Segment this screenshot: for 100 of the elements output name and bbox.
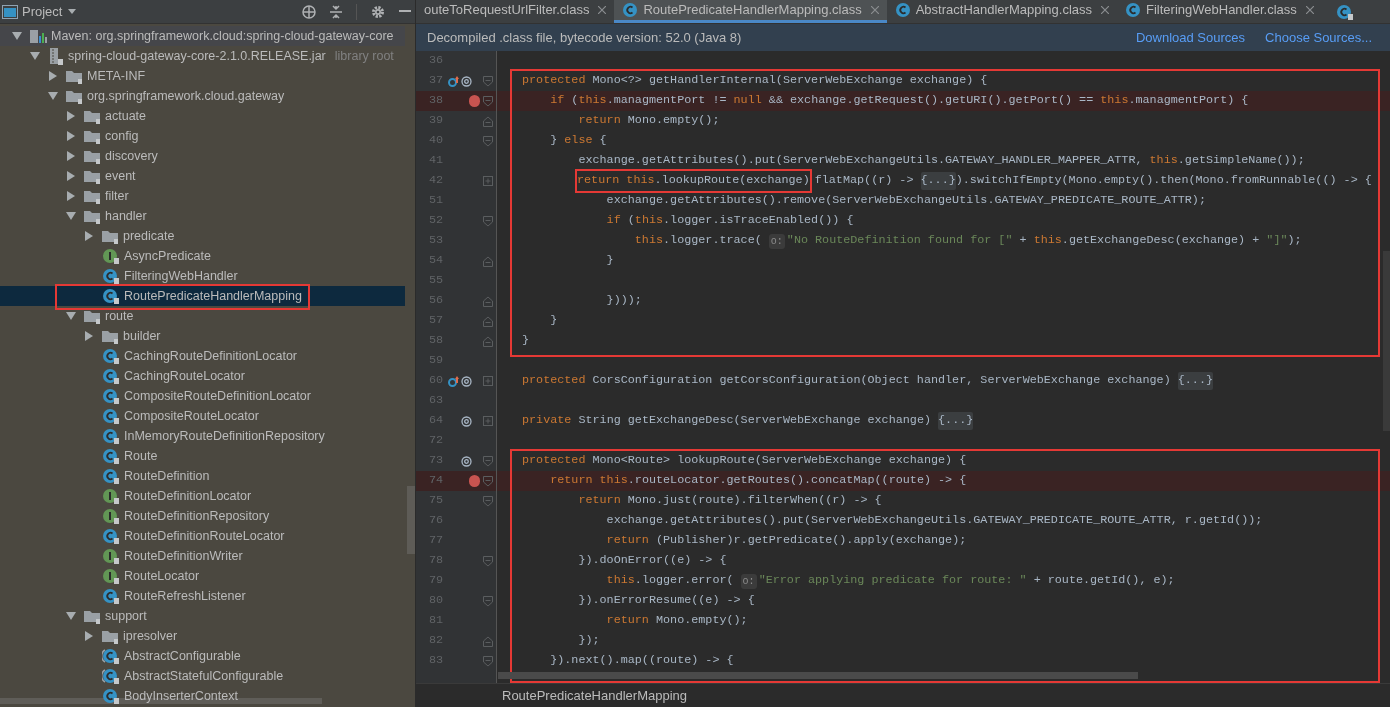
fold-end-icon[interactable]	[483, 295, 493, 307]
tree-item[interactable]: support	[0, 606, 405, 626]
tree-item[interactable]: AsyncPredicate	[0, 246, 405, 266]
expanded-arrow-icon[interactable]	[66, 611, 76, 621]
fold-marker-icon[interactable]	[483, 455, 493, 467]
fold-end-icon[interactable]	[483, 635, 493, 647]
collapsed-arrow-icon[interactable]	[48, 71, 58, 81]
locate-icon[interactable]	[302, 4, 316, 19]
expanded-arrow-icon[interactable]	[66, 211, 76, 221]
fold-marker-icon[interactable]	[483, 475, 493, 487]
tree-item[interactable]: config	[0, 126, 405, 146]
archive-icon	[48, 47, 64, 65]
expanded-arrow-icon[interactable]	[30, 51, 40, 61]
collapsed-arrow-icon[interactable]	[84, 331, 94, 341]
tree-item[interactable]: META-INF	[0, 66, 405, 86]
fold-marker-icon[interactable]	[483, 595, 493, 607]
collapsed-arrow-icon[interactable]	[84, 631, 94, 641]
tree-item[interactable]: RouteRefreshListener	[0, 586, 405, 606]
tree-item[interactable]: AbstractStatefulConfigurable	[0, 666, 405, 686]
tree-item[interactable]: RouteLocator	[0, 566, 405, 586]
horizontal-scrollbar[interactable]	[498, 672, 1138, 679]
tree-item[interactable]: CompositeRouteDefinitionLocator	[0, 386, 405, 406]
fold-marker-icon[interactable]	[483, 215, 493, 227]
breadcrumb-item[interactable]: RoutePredicateHandlerMapping	[502, 685, 687, 706]
tree-item[interactable]: handler	[0, 206, 405, 226]
tree-item[interactable]: builder	[0, 326, 405, 346]
collapsed-arrow-icon[interactable]	[66, 131, 76, 141]
code-line: }).next().map((route) -> {	[549, 652, 735, 670]
fold-end-icon[interactable]	[483, 255, 493, 267]
tree-item-label: AbstractStatefulConfigurable	[124, 667, 284, 685]
vertical-scrollbar[interactable]	[407, 486, 415, 554]
tree-item[interactable]: RouteDefinitionRepository	[0, 506, 405, 526]
tree-item[interactable]: RouteDefinitionLocator	[0, 486, 405, 506]
editor-tab[interactable]: RoutePredicateHandlerMapping.class	[614, 0, 887, 23]
tree-item[interactable]: spring-cloud-gateway-core-2.1.0.RELEASE.jar library root	[0, 46, 405, 66]
override-markers-icon[interactable]	[448, 75, 472, 87]
editor-tab[interactable]: outeToRequestUrlFilter.class	[416, 0, 615, 23]
expanded-arrow-icon[interactable]	[66, 311, 76, 321]
tree-item[interactable]: actuate	[0, 106, 405, 126]
close-icon[interactable]	[598, 6, 607, 14]
tree-item-label: org.springframework.cloud.gateway	[87, 87, 285, 105]
fold-marker-icon[interactable]	[483, 95, 493, 107]
tree-item[interactable]: org.springframework.cloud.gateway	[0, 86, 405, 106]
tree-item[interactable]: Route	[0, 446, 405, 466]
banner-link[interactable]: Choose Sources...	[1265, 27, 1372, 48]
fold-end-icon[interactable]	[483, 335, 493, 347]
close-icon[interactable]	[870, 6, 879, 14]
collapse-all-icon[interactable]	[330, 4, 342, 19]
settings-icon[interactable]	[371, 4, 385, 19]
tree-item[interactable]: route	[0, 306, 405, 326]
fold-marker-icon[interactable]	[483, 75, 493, 87]
collapsed-arrow-icon[interactable]	[66, 171, 76, 181]
tree-item[interactable]: Maven: org.springframework.cloud:spring-cloud-gateway-core	[0, 26, 405, 46]
tree-item[interactable]: BodyInserterContext	[0, 686, 405, 706]
fold-marker-icon[interactable]	[483, 555, 493, 567]
fold-end-icon[interactable]	[483, 315, 493, 327]
class-icon	[102, 448, 120, 464]
expand-fold-icon[interactable]	[483, 176, 493, 186]
minimize-icon[interactable]	[399, 10, 411, 13]
override-markers-icon[interactable]	[448, 375, 472, 387]
editor-tab[interactable]: FilteringWebHandler.class	[1117, 0, 1322, 23]
tree-item[interactable]: CachingRouteLocator	[0, 366, 405, 386]
editor-tab[interactable]: AbstractHandlerMapping.class	[886, 0, 1117, 23]
tree-item[interactable]: InMemoryRouteDefinitionRepository	[0, 426, 405, 446]
collapsed-arrow-icon[interactable]	[66, 151, 76, 161]
tree-item-label: BodyInserterContext	[124, 687, 238, 705]
collapsed-arrow-icon[interactable]	[66, 191, 76, 201]
class-icon	[102, 348, 120, 364]
expanded-arrow-icon[interactable]	[48, 91, 58, 101]
tree-item[interactable]: CompositeRouteLocator	[0, 406, 405, 426]
tree-item[interactable]: filter	[0, 186, 405, 206]
banner-link[interactable]: Download Sources	[1135, 27, 1246, 48]
tree-item[interactable]: FilteringWebHandler	[0, 266, 405, 286]
expand-fold-icon[interactable]	[483, 376, 493, 386]
collapsed-arrow-icon[interactable]	[66, 111, 76, 121]
fold-marker-icon[interactable]	[483, 135, 493, 147]
tree-item[interactable]: event	[0, 166, 405, 186]
project-view-dropdown[interactable]: Project	[22, 1, 77, 22]
expand-fold-icon[interactable]	[483, 416, 493, 426]
expanded-arrow-icon[interactable]	[12, 31, 22, 41]
tree-item[interactable]: CachingRouteDefinitionLocator	[0, 346, 405, 366]
tree-item[interactable]: AbstractConfigurable	[0, 646, 405, 666]
tree-item[interactable]: discovery	[0, 146, 405, 166]
breakpoint-icon[interactable]	[469, 475, 480, 487]
breakpoint-icon[interactable]	[469, 95, 480, 107]
tree-item[interactable]: RouteDefinition	[0, 466, 405, 486]
fold-marker-icon[interactable]	[483, 495, 493, 507]
tree-item-label: support	[105, 607, 147, 625]
fold-marker-icon[interactable]	[483, 655, 493, 667]
tree-item[interactable]: RouteDefinitionWriter	[0, 546, 405, 566]
tree-item[interactable]: ipresolver	[0, 626, 405, 646]
tree-item[interactable]: predicate	[0, 226, 405, 246]
fold-end-icon[interactable]	[483, 115, 493, 127]
close-icon[interactable]	[1305, 6, 1314, 14]
close-icon[interactable]	[1101, 6, 1109, 14]
code-line: }).doOnError((e) -> {	[577, 552, 728, 570]
code-line: }	[549, 312, 559, 330]
folder-icon	[66, 68, 83, 84]
collapsed-arrow-icon[interactable]	[84, 231, 94, 241]
tree-item[interactable]: RouteDefinitionRouteLocator	[0, 526, 405, 546]
